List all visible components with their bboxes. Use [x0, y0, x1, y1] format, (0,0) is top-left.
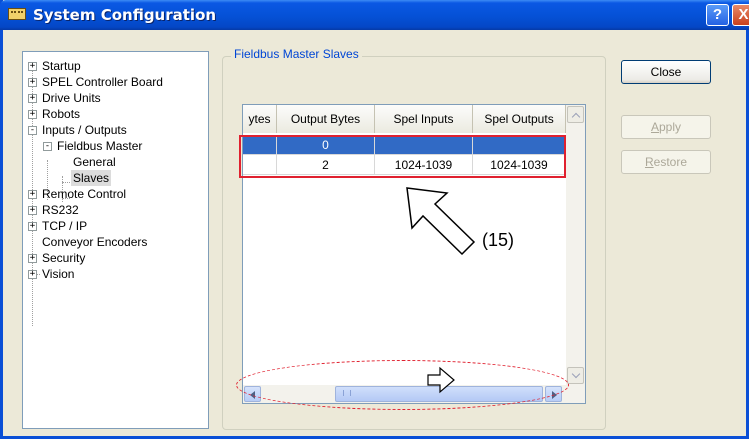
tree-item-label: Fieldbus Master [57, 139, 143, 153]
scroll-up-button[interactable] [567, 106, 584, 123]
configuration-tree[interactable]: + Startup + SPEL Controller Board + Driv… [22, 51, 209, 429]
apply-label: pply [659, 120, 682, 134]
callout-label: (15) [482, 230, 515, 250]
tree-item-label: Slaves [71, 170, 112, 186]
column-header-bytes[interactable]: ytes [243, 105, 277, 133]
expand-icon[interactable]: + [28, 190, 37, 199]
tree-item-label: SPEL Controller Board [42, 75, 163, 89]
chevron-up-icon [571, 112, 581, 122]
restore-button[interactable]: Restore [621, 150, 711, 174]
collapse-icon[interactable]: - [28, 126, 37, 135]
apply-button[interactable]: Apply [621, 115, 711, 139]
column-header-output-bytes[interactable]: Output Bytes [277, 105, 375, 133]
expand-icon[interactable]: + [28, 222, 37, 231]
grid-header: ytes Output Bytes Spel Inputs Spel Outpu… [243, 105, 585, 133]
tree-item-label: Inputs / Outputs [42, 123, 127, 137]
expand-icon[interactable]: + [28, 270, 37, 279]
tree-item-label: Security [42, 251, 86, 265]
vertical-scrollbar[interactable] [566, 105, 585, 403]
expand-icon[interactable]: + [28, 94, 37, 103]
tree-item-label: Robots [42, 107, 81, 121]
scroll-down-button[interactable] [567, 367, 584, 384]
tree-item-label: General [73, 155, 116, 169]
expand-icon[interactable]: + [28, 62, 37, 71]
help-button[interactable]: ? [706, 4, 729, 26]
group-title: Fieldbus Master Slaves [231, 47, 362, 61]
title-bar[interactable]: System Configuration ? X [0, 0, 749, 30]
tree-item-label: Drive Units [42, 91, 101, 105]
window-title: System Configuration [33, 6, 217, 24]
chevron-down-icon [571, 369, 581, 379]
tree-item-label: Vision [42, 267, 75, 281]
expand-icon[interactable]: + [28, 254, 37, 263]
expand-icon[interactable]: + [28, 206, 37, 215]
expand-icon[interactable]: + [28, 110, 37, 119]
restore-mnemonic: R [644, 155, 654, 169]
tree-connector-line [62, 182, 70, 183]
restore-label: estore [653, 155, 688, 169]
tree-item-label: Conveyor Encoders [42, 235, 148, 249]
tree-item-label: Remote Control [42, 187, 127, 201]
apply-mnemonic: A [650, 120, 659, 134]
expand-icon[interactable]: + [28, 78, 37, 87]
tree-item-label: Startup [42, 59, 81, 73]
tree-item-label: RS232 [42, 203, 79, 217]
app-icon [8, 8, 26, 20]
close-button[interactable]: Close [621, 60, 711, 84]
highlight-rows-box [239, 135, 566, 178]
window-close-button[interactable]: X [732, 4, 749, 26]
scrollbar-highlight-ellipse [236, 360, 569, 410]
column-header-spel-inputs[interactable]: Spel Inputs [375, 105, 473, 133]
tree-item-label: TCP / IP [42, 219, 88, 233]
collapse-icon[interactable]: - [43, 142, 52, 151]
column-header-spel-outputs[interactable]: Spel Outputs [473, 105, 566, 133]
